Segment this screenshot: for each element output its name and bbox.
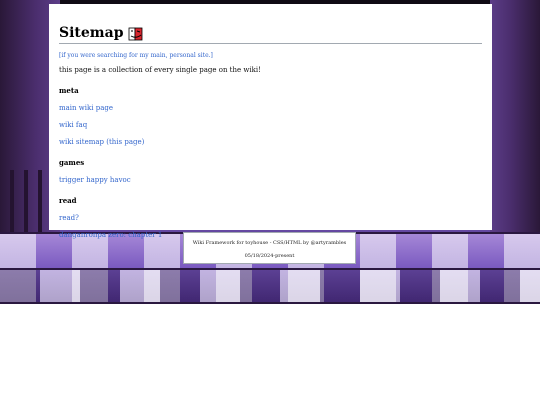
- floor-line: [0, 302, 540, 304]
- title-row: Sitemap: [59, 24, 482, 44]
- section-heading-read: read: [59, 196, 77, 205]
- footer-credit: Wiki Framework for toyhouse - CSS/HTML b…: [192, 240, 347, 246]
- intro-text: this page is a collection of every singl…: [59, 66, 261, 74]
- section-heading-games: games: [59, 158, 85, 167]
- section-heading-meta: meta: [59, 86, 79, 95]
- link-wiki-sitemap[interactable]: wiki sitemap (this page): [59, 138, 482, 146]
- link-main-wiki-page[interactable]: main wiki page: [59, 104, 482, 112]
- page-title: Sitemap: [59, 25, 124, 41]
- personal-site-link[interactable]: [if you were searching for my main, pers…: [59, 52, 213, 59]
- footer-box: Wiki Framework for toyhouse - CSS/HTML b…: [183, 232, 356, 264]
- footer-date: 05/18/2024-present: [244, 253, 295, 259]
- checkered-floor-row: [0, 268, 540, 304]
- floor-line: [0, 268, 540, 270]
- link-trigger-happy-havoc[interactable]: trigger happy havoc: [59, 176, 482, 184]
- hatnote: [if you were searching for my main, pers…: [59, 52, 482, 59]
- bear-logo-icon: [129, 27, 143, 41]
- content-card: Sitemap [if you were searching for my ma…: [49, 4, 492, 239]
- link-read[interactable]: read?: [59, 214, 482, 222]
- link-wiki-faq[interactable]: wiki faq: [59, 121, 482, 129]
